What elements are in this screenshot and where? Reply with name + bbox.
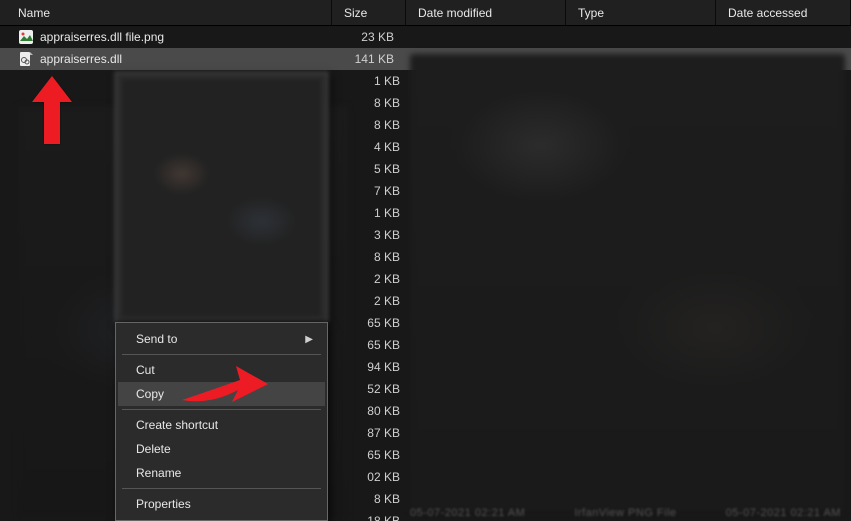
menu-item-label: Rename: [136, 466, 181, 480]
column-header-accessed[interactable]: Date accessed: [716, 0, 851, 25]
file-size: 87 KB: [338, 422, 412, 444]
menu-item-delete[interactable]: Delete: [118, 437, 325, 461]
file-size: 02 KB: [338, 466, 412, 488]
menu-item-label: Create shortcut: [136, 418, 218, 432]
file-size: 2 KB: [338, 290, 412, 312]
menu-item-properties[interactable]: Properties: [118, 492, 325, 516]
menu-item-label: Copy: [136, 387, 164, 401]
file-size: 8 KB: [338, 92, 412, 114]
chevron-right-icon: ▶: [305, 334, 313, 345]
file-size: 94 KB: [338, 356, 412, 378]
file-size: 4 KB: [338, 136, 412, 158]
file-size: 65 KB: [338, 334, 412, 356]
file-size: 5 KB: [338, 158, 412, 180]
file-size: 141 KB: [332, 52, 406, 66]
file-size: 65 KB: [338, 444, 412, 466]
menu-separator: [122, 409, 321, 410]
context-menu-preview-blurred: [115, 72, 328, 322]
menu-item-label: Cut: [136, 363, 155, 377]
file-size: 3 KB: [338, 224, 412, 246]
file-row[interactable]: appraiserres.dll 141 KB: [0, 48, 851, 70]
file-name: appraiserres.dll: [40, 52, 122, 66]
menu-item-cut[interactable]: Cut: [118, 358, 325, 382]
menu-separator: [122, 354, 321, 355]
menu-item-create-shortcut[interactable]: Create shortcut: [118, 413, 325, 437]
menu-item-send-to[interactable]: Send to ▶: [118, 327, 325, 351]
menu-item-label: Send to: [136, 332, 177, 346]
column-header-date[interactable]: Date modified: [406, 0, 566, 25]
file-size: 23 KB: [332, 30, 406, 44]
menu-item-copy[interactable]: Copy: [118, 382, 325, 406]
menu-item-label: Properties: [136, 497, 191, 511]
file-size: 8 KB: [338, 488, 412, 510]
column-header-size[interactable]: Size: [332, 0, 406, 25]
file-size: 1 KB: [338, 70, 412, 92]
column-header-row: Name Size Date modified Type Date access…: [0, 0, 851, 26]
file-size: 18 KB: [338, 510, 412, 521]
column-header-type[interactable]: Type: [566, 0, 716, 25]
file-size: 8 KB: [338, 246, 412, 268]
file-size: 80 KB: [338, 400, 412, 422]
file-name: appraiserres.dll file.png: [40, 30, 164, 44]
status-bar-blurred: 05-07-2021 02:21 AM IrfanView PNG File 0…: [410, 507, 841, 519]
file-size: 2 KB: [338, 268, 412, 290]
file-size: 7 KB: [338, 180, 412, 202]
file-size: 8 KB: [338, 114, 412, 136]
file-size: 65 KB: [338, 312, 412, 334]
menu-item-rename[interactable]: Rename: [118, 461, 325, 485]
menu-separator: [122, 488, 321, 489]
context-menu: Send to ▶ Cut Copy Create shortcut Delete Rena…: [115, 322, 328, 521]
image-icon: [18, 29, 34, 45]
menu-item-label: Delete: [136, 442, 171, 456]
file-row[interactable]: appraiserres.dll file.png 23 KB: [0, 26, 851, 48]
dll-icon: [18, 51, 34, 67]
column-header-name[interactable]: Name: [6, 0, 332, 25]
blurred-details-area: [410, 54, 845, 511]
file-size: 1 KB: [338, 202, 412, 224]
file-size: 52 KB: [338, 378, 412, 400]
